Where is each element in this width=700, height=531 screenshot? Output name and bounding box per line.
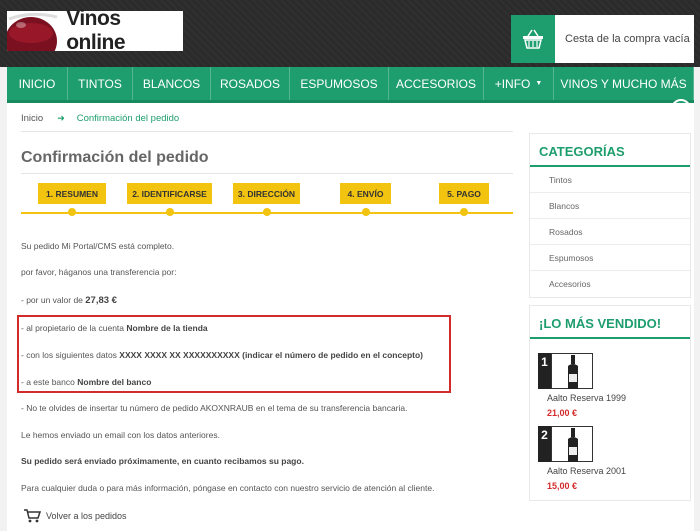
- step-payment[interactable]: 5. PAGO: [439, 183, 489, 216]
- bestseller-item[interactable]: 2 Aalto Reserva 2001 15,00 €: [530, 421, 690, 503]
- nav-item-label: ROSADOS: [219, 76, 280, 91]
- main-content: Inicio ➜ Confirmación del pedido Confirm…: [7, 103, 694, 531]
- step-summary[interactable]: 1. RESUMEN: [38, 183, 106, 216]
- bestseller-item[interactable]: 1 Aalto Reserva 1999 21,00 €: [530, 339, 690, 421]
- bank-value: Nombre del banco: [77, 377, 152, 387]
- owner-value: Nombre de la tienda: [126, 323, 208, 333]
- nav-item-blancos[interactable]: BLANCOS: [133, 67, 211, 100]
- main-nav: INICIO TINTOS BLANCOS ROSADOS ESPUMOSOS ACCES…: [7, 67, 694, 103]
- step-address[interactable]: 3. DIRECCIÓN: [233, 183, 300, 216]
- categories-panel: CATEGORÍAS Tintos Blancos Rosados Espumo…: [529, 133, 691, 298]
- breadcrumb: Inicio ➜ Confirmación del pedido: [21, 113, 179, 124]
- category-tintos[interactable]: Tintos: [530, 167, 690, 193]
- checkout-steps: 1. RESUMEN 2. IDENTIFICARSE 3. DIRECCIÓN…: [21, 183, 513, 219]
- nav-item-rosados[interactable]: ROSADOS: [211, 67, 290, 100]
- step-shipping[interactable]: 4. ENVÍO: [340, 183, 391, 216]
- nav-item-espumosos[interactable]: ESPUMOSOS: [290, 67, 389, 100]
- basket-icon: [511, 15, 555, 63]
- category-accesorios[interactable]: Accesorios: [530, 271, 690, 297]
- nav-item-info[interactable]: +INFO ▼: [484, 67, 554, 100]
- amount-value: 27,83 €: [85, 295, 117, 306]
- shopping-cart-icon: [24, 509, 41, 523]
- wine-bottle-icon: [551, 426, 593, 462]
- page-title: Confirmación del pedido: [21, 149, 209, 166]
- owner-line: - al propietario de la cuenta Nombre de …: [21, 323, 208, 333]
- product-price: 21,00 €: [547, 408, 578, 418]
- bestsellers-title: ¡LO MÁS VENDIDO!: [530, 306, 690, 339]
- categories-title: CATEGORÍAS: [530, 134, 690, 167]
- cart-summary[interactable]: Cesta de la compra vacía: [511, 15, 694, 63]
- bestsellers-panel: ¡LO MÁS VENDIDO! 1 Aalto Reserva 1999 21…: [529, 305, 691, 501]
- nav-item-accesorios[interactable]: ACCESORIOS: [389, 67, 484, 100]
- product-price: 15,00 €: [547, 481, 578, 491]
- nav-item-vinos-y-mucho-más[interactable]: VINOS Y MUCHO MÁS: [554, 67, 694, 100]
- product-name[interactable]: Aalto Reserva 1999: [547, 393, 626, 403]
- order-complete-text: Su pedido Mi Portal/CMS está completo.: [21, 241, 175, 251]
- back-to-orders-link[interactable]: Volver a los pedidos: [23, 509, 127, 523]
- nav-item-label: TINTOS: [78, 76, 122, 91]
- contact-text: Para cualquier duda o para más informaci…: [21, 483, 434, 493]
- transfer-intro-text: por favor, háganos una transferencia por…: [21, 267, 177, 277]
- account-data-line: - con los siguientes datos XXXX XXXX XX …: [21, 350, 423, 360]
- nav-item-label: BLANCOS: [142, 76, 201, 91]
- divider: [21, 173, 513, 174]
- contact-suffix: .: [432, 483, 435, 493]
- nav-item-label: ACCESORIOS: [395, 76, 476, 91]
- top-header: Vinos online Cesta de la compra vacía: [0, 0, 700, 67]
- bank-label: - a este banco: [21, 377, 78, 387]
- wine-glass-icon: [7, 11, 62, 51]
- back-to-orders-label: Volver a los pedidos: [46, 511, 127, 521]
- wine-bottle-icon: [551, 353, 593, 389]
- product-name[interactable]: Aalto Reserva 2001: [547, 466, 626, 476]
- bank-line: - a este banco Nombre del banco: [21, 377, 151, 387]
- shipping-note-bold: Su pedido será enviado próximamente, en …: [21, 456, 304, 466]
- step-identify[interactable]: 2. IDENTIFICARSE: [127, 183, 212, 216]
- reminder-text: - No te olvides de insertar tu número de…: [21, 403, 408, 413]
- email-sent-text: Le hemos enviado un email con los datos …: [21, 430, 220, 440]
- nav-item-label: ESPUMOSOS: [300, 76, 378, 91]
- breadcrumb-home[interactable]: Inicio: [21, 113, 43, 124]
- rank-badge: 1: [538, 353, 551, 389]
- breadcrumb-current: Confirmación del pedido: [76, 113, 180, 124]
- owner-label: - al propietario de la cuenta: [21, 323, 127, 333]
- nav-item-label: +INFO: [494, 76, 531, 91]
- nav-item-inicio[interactable]: INICIO: [7, 67, 68, 100]
- amount-line: - por un valor de 27,83 €: [21, 295, 117, 306]
- amount-label: - por un valor de: [21, 295, 86, 305]
- customer-service-link[interactable]: atención al cliente: [364, 483, 432, 493]
- category-blancos[interactable]: Blancos: [530, 193, 690, 219]
- contact-label: Para cualquier duda o para más informaci…: [21, 483, 365, 493]
- divider: [21, 131, 513, 132]
- account-data-value: XXXX XXXX XX XXXXXXXXXX (indicar el núme…: [119, 350, 424, 360]
- account-data-label: - con los siguientes datos: [21, 350, 120, 360]
- site-logo[interactable]: Vinos online: [7, 7, 183, 54]
- nav-item-label: INICIO: [18, 76, 56, 91]
- caret-down-icon: ▼: [535, 80, 543, 87]
- rank-badge: 2: [538, 426, 551, 462]
- arrow-right-icon: ➜: [57, 113, 65, 123]
- logo-text: Vinos online: [66, 7, 126, 54]
- cart-status: Cesta de la compra vacía: [565, 33, 690, 45]
- category-espumosos[interactable]: Espumosos: [530, 245, 690, 271]
- shipping-note-text: Su pedido será enviado próximamente, en …: [21, 456, 304, 466]
- category-list: Tintos Blancos Rosados Espumosos Accesor…: [530, 167, 690, 297]
- category-rosados[interactable]: Rosados: [530, 219, 690, 245]
- nav-item-label: VINOS Y MUCHO MÁS: [560, 76, 687, 91]
- nav-item-tintos[interactable]: TINTOS: [68, 67, 133, 100]
